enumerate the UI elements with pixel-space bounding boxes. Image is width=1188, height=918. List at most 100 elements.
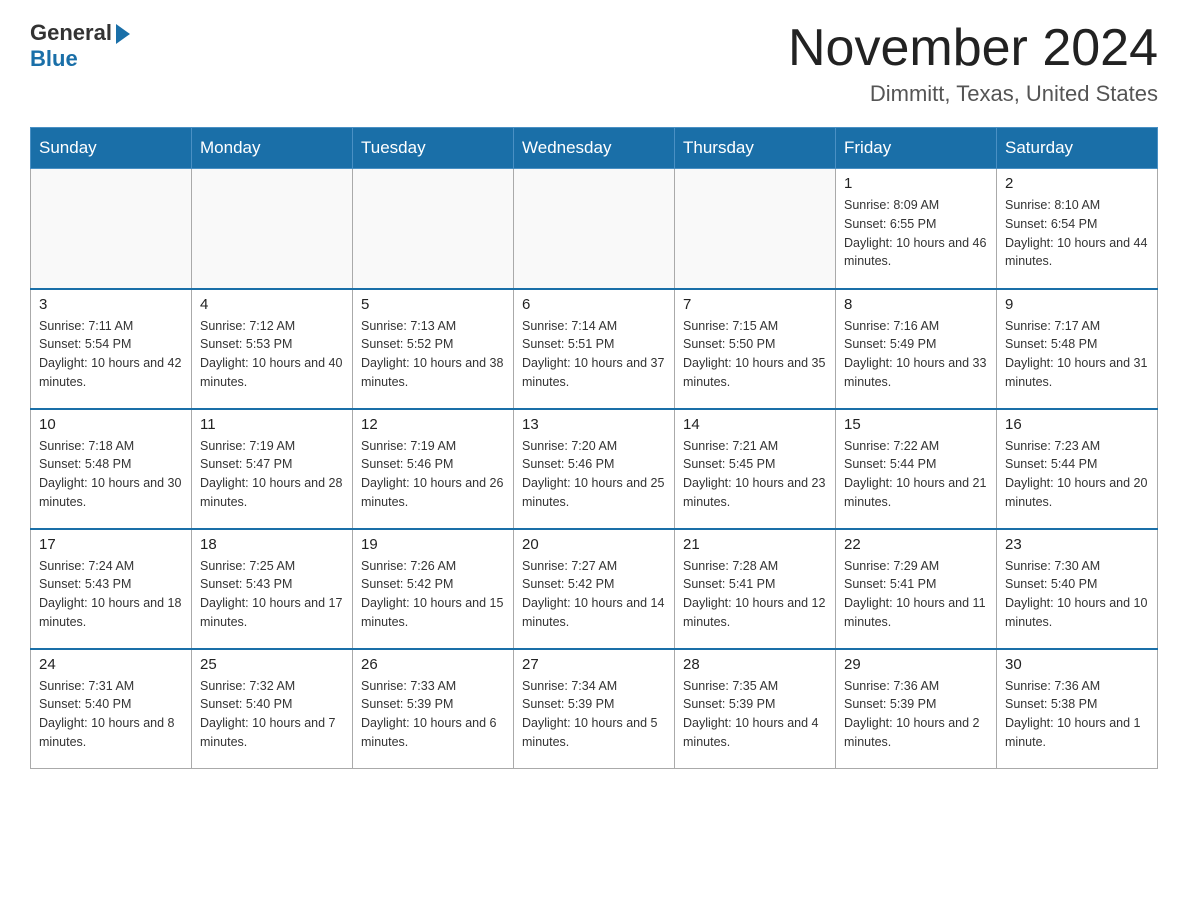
- calendar-day-cell: 23 Sunrise: 7:30 AMSunset: 5:40 PMDayligh…: [997, 529, 1158, 649]
- day-number: 2: [1005, 175, 1149, 192]
- calendar-day-cell: 25 Sunrise: 7:32 AMSunset: 5:40 PMDayligh…: [192, 649, 353, 769]
- logo-blue-text: Blue: [30, 46, 78, 72]
- calendar-day-cell: 12Sunrise: 7:19 AMSunset: 5:46 PMDayligh…: [353, 409, 514, 529]
- day-info: Sunrise: 7:36 AMSunset: 5:38 PMDaylight:…: [1005, 677, 1149, 752]
- day-number: 19: [361, 536, 505, 553]
- calendar-day-cell: 27 Sunrise: 7:34 AMSunset: 5:39 PMDayligh…: [514, 649, 675, 769]
- weekday-header-sunday: Sunday: [31, 128, 192, 169]
- day-info: Sunrise: 7:27 AMSunset: 5:42 PMDaylight:…: [522, 557, 666, 632]
- day-info: Sunrise: 7:35 AMSunset: 5:39 PMDaylight:…: [683, 677, 827, 752]
- calendar-week-row: 17 Sunrise: 7:24 AMSunset: 5:43 PMDayligh…: [31, 529, 1158, 649]
- day-number: 22: [844, 536, 988, 553]
- day-info: Sunrise: 7:17 AMSunset: 5:48 PMDaylight:…: [1005, 317, 1149, 392]
- calendar-day-cell: 9Sunrise: 7:17 AMSunset: 5:48 PMDaylight…: [997, 289, 1158, 409]
- day-info: Sunrise: 7:23 AMSunset: 5:44 PMDaylight:…: [1005, 437, 1149, 512]
- day-info: Sunrise: 8:10 AMSunset: 6:54 PMDaylight:…: [1005, 196, 1149, 271]
- calendar-week-row: 10 Sunrise: 7:18 AMSunset: 5:48 PMDayligh…: [31, 409, 1158, 529]
- day-info: Sunrise: 7:16 AMSunset: 5:49 PMDaylight:…: [844, 317, 988, 392]
- calendar-day-cell: 8 Sunrise: 7:16 AMSunset: 5:49 PMDaylight…: [836, 289, 997, 409]
- day-number: 1: [844, 175, 988, 192]
- day-info: Sunrise: 7:19 AMSunset: 5:47 PMDaylight:…: [200, 437, 344, 512]
- day-info: Sunrise: 7:28 AMSunset: 5:41 PMDaylight:…: [683, 557, 827, 632]
- calendar-day-cell: 26 Sunrise: 7:33 AMSunset: 5:39 PMDayligh…: [353, 649, 514, 769]
- day-info: Sunrise: 7:31 AMSunset: 5:40 PMDaylight:…: [39, 677, 183, 752]
- calendar-day-cell: [514, 169, 675, 289]
- day-number: 15: [844, 416, 988, 433]
- day-number: 26: [361, 656, 505, 673]
- day-info: Sunrise: 7:12 AMSunset: 5:53 PMDaylight:…: [200, 317, 344, 392]
- day-info: Sunrise: 7:25 AMSunset: 5:43 PMDaylight:…: [200, 557, 344, 632]
- calendar-day-cell: 1 Sunrise: 8:09 AMSunset: 6:55 PMDaylight…: [836, 169, 997, 289]
- day-number: 27: [522, 656, 666, 673]
- calendar-day-cell: 6Sunrise: 7:14 AMSunset: 5:51 PMDaylight…: [514, 289, 675, 409]
- calendar-day-cell: [353, 169, 514, 289]
- day-info: Sunrise: 7:18 AMSunset: 5:48 PMDaylight:…: [39, 437, 183, 512]
- calendar-day-cell: 17 Sunrise: 7:24 AMSunset: 5:43 PMDayligh…: [31, 529, 192, 649]
- calendar-day-cell: 4 Sunrise: 7:12 AMSunset: 5:53 PMDaylight…: [192, 289, 353, 409]
- day-info: Sunrise: 7:36 AMSunset: 5:39 PMDaylight:…: [844, 677, 988, 752]
- calendar-day-cell: 24 Sunrise: 7:31 AMSunset: 5:40 PMDayligh…: [31, 649, 192, 769]
- day-number: 20: [522, 536, 666, 553]
- day-number: 24: [39, 656, 183, 673]
- calendar-day-cell: 19 Sunrise: 7:26 AMSunset: 5:42 PMDayligh…: [353, 529, 514, 649]
- day-number: 12: [361, 416, 505, 433]
- weekday-header-tuesday: Tuesday: [353, 128, 514, 169]
- day-number: 25: [200, 656, 344, 673]
- calendar-day-cell: 20 Sunrise: 7:27 AMSunset: 5:42 PMDayligh…: [514, 529, 675, 649]
- day-number: 10: [39, 416, 183, 433]
- calendar-day-cell: [192, 169, 353, 289]
- day-number: 7: [683, 296, 827, 313]
- calendar-day-cell: 13Sunrise: 7:20 AMSunset: 5:46 PMDayligh…: [514, 409, 675, 529]
- day-number: 14: [683, 416, 827, 433]
- day-info: Sunrise: 8:09 AMSunset: 6:55 PMDaylight:…: [844, 196, 988, 271]
- day-info: Sunrise: 7:24 AMSunset: 5:43 PMDaylight:…: [39, 557, 183, 632]
- calendar-day-cell: 21Sunrise: 7:28 AMSunset: 5:41 PMDayligh…: [675, 529, 836, 649]
- day-number: 30: [1005, 656, 1149, 673]
- calendar-day-cell: 5Sunrise: 7:13 AMSunset: 5:52 PMDaylight…: [353, 289, 514, 409]
- calendar-day-cell: 7 Sunrise: 7:15 AMSunset: 5:50 PMDaylight…: [675, 289, 836, 409]
- location-text: Dimmitt, Texas, United States: [788, 81, 1158, 107]
- calendar-day-cell: 10 Sunrise: 7:18 AMSunset: 5:48 PMDayligh…: [31, 409, 192, 529]
- day-number: 23: [1005, 536, 1149, 553]
- calendar-day-cell: 14 Sunrise: 7:21 AMSunset: 5:45 PMDayligh…: [675, 409, 836, 529]
- calendar-day-cell: 29 Sunrise: 7:36 AMSunset: 5:39 PMDayligh…: [836, 649, 997, 769]
- day-number: 28: [683, 656, 827, 673]
- day-info: Sunrise: 7:11 AMSunset: 5:54 PMDaylight:…: [39, 317, 183, 392]
- day-number: 18: [200, 536, 344, 553]
- day-info: Sunrise: 7:29 AMSunset: 5:41 PMDaylight:…: [844, 557, 988, 632]
- logo-triangle-icon: [116, 24, 130, 44]
- day-number: 8: [844, 296, 988, 313]
- day-info: Sunrise: 7:21 AMSunset: 5:45 PMDaylight:…: [683, 437, 827, 512]
- day-info: Sunrise: 7:26 AMSunset: 5:42 PMDaylight:…: [361, 557, 505, 632]
- calendar-day-cell: 3Sunrise: 7:11 AMSunset: 5:54 PMDaylight…: [31, 289, 192, 409]
- day-number: 11: [200, 416, 344, 433]
- logo: General Blue: [30, 20, 130, 72]
- day-info: Sunrise: 7:33 AMSunset: 5:39 PMDaylight:…: [361, 677, 505, 752]
- weekday-header-monday: Monday: [192, 128, 353, 169]
- day-info: Sunrise: 7:15 AMSunset: 5:50 PMDaylight:…: [683, 317, 827, 392]
- calendar-day-cell: [675, 169, 836, 289]
- day-number: 16: [1005, 416, 1149, 433]
- day-number: 4: [200, 296, 344, 313]
- calendar-week-row: 1 Sunrise: 8:09 AMSunset: 6:55 PMDaylight…: [31, 169, 1158, 289]
- calendar-day-cell: 11 Sunrise: 7:19 AMSunset: 5:47 PMDayligh…: [192, 409, 353, 529]
- calendar-day-cell: 15Sunrise: 7:22 AMSunset: 5:44 PMDayligh…: [836, 409, 997, 529]
- day-number: 17: [39, 536, 183, 553]
- calendar-day-cell: 16 Sunrise: 7:23 AMSunset: 5:44 PMDayligh…: [997, 409, 1158, 529]
- month-year-title: November 2024: [788, 20, 1158, 77]
- day-info: Sunrise: 7:32 AMSunset: 5:40 PMDaylight:…: [200, 677, 344, 752]
- calendar-day-cell: 30 Sunrise: 7:36 AMSunset: 5:38 PMDayligh…: [997, 649, 1158, 769]
- weekday-header-saturday: Saturday: [997, 128, 1158, 169]
- day-info: Sunrise: 7:30 AMSunset: 5:40 PMDaylight:…: [1005, 557, 1149, 632]
- calendar-day-cell: 28 Sunrise: 7:35 AMSunset: 5:39 PMDayligh…: [675, 649, 836, 769]
- calendar-day-cell: [31, 169, 192, 289]
- weekday-header-row: SundayMondayTuesdayWednesdayThursdayFrid…: [31, 128, 1158, 169]
- calendar-week-row: 3Sunrise: 7:11 AMSunset: 5:54 PMDaylight…: [31, 289, 1158, 409]
- day-info: Sunrise: 7:34 AMSunset: 5:39 PMDaylight:…: [522, 677, 666, 752]
- day-number: 5: [361, 296, 505, 313]
- calendar-day-cell: 22 Sunrise: 7:29 AMSunset: 5:41 PMDayligh…: [836, 529, 997, 649]
- day-number: 13: [522, 416, 666, 433]
- day-number: 29: [844, 656, 988, 673]
- title-section: November 2024 Dimmitt, Texas, United Sta…: [788, 20, 1158, 107]
- calendar-week-row: 24 Sunrise: 7:31 AMSunset: 5:40 PMDayligh…: [31, 649, 1158, 769]
